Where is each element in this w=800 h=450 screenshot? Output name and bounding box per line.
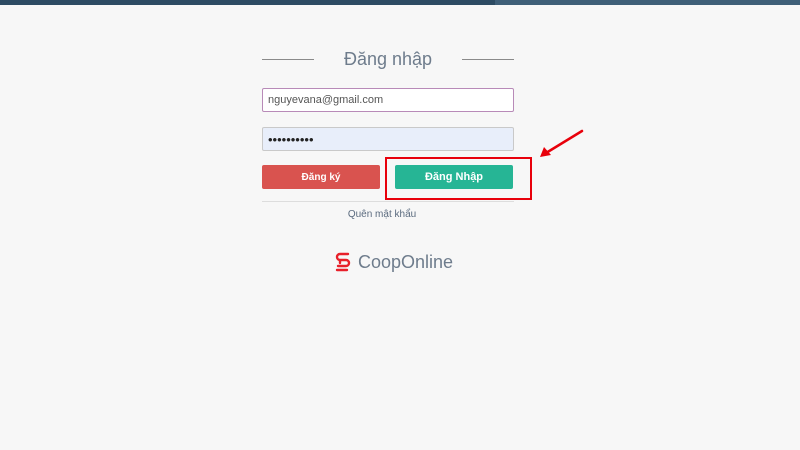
- brand-name: CoopOnline: [358, 251, 454, 272]
- brand-logo: CoopOnline: [334, 250, 453, 274]
- top-bar-segment: [495, 0, 800, 5]
- top-bar: [0, 0, 800, 5]
- password-field[interactable]: [262, 127, 514, 151]
- email-field[interactable]: [262, 88, 514, 112]
- coop-logo-icon: [335, 252, 351, 272]
- divider: [262, 201, 514, 202]
- forgot-password-link[interactable]: Quên mật khẩu: [262, 209, 502, 220]
- login-heading: Đăng nhập: [262, 47, 514, 71]
- register-button[interactable]: Đăng ký: [262, 165, 380, 189]
- login-button[interactable]: Đăng Nhập: [395, 165, 513, 189]
- heading-rule-right: [462, 59, 514, 60]
- red-arrow-icon: [540, 129, 584, 157]
